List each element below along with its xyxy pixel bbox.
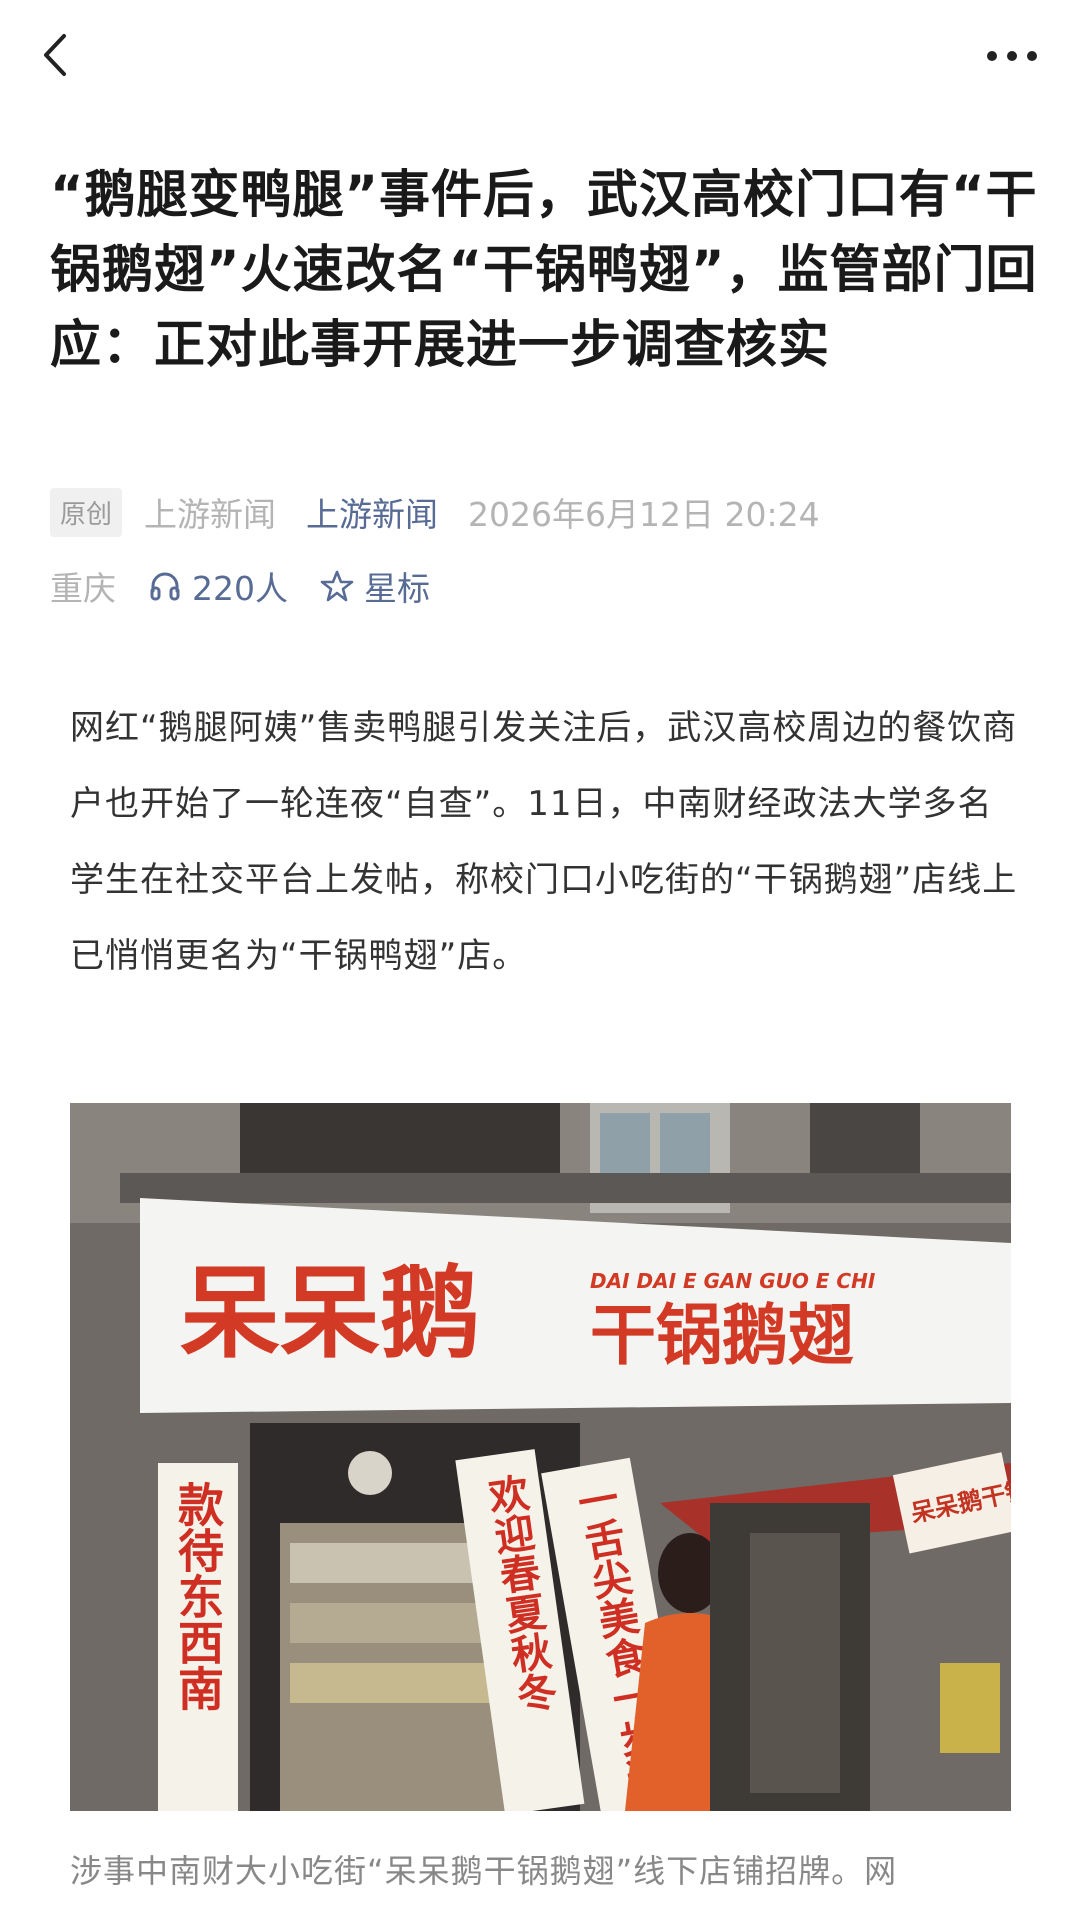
star-icon: [320, 570, 354, 602]
listeners-count: 220人: [192, 569, 288, 608]
sign-pinyin-text: DAI DAI E GAN GUO E CHI: [590, 1269, 876, 1293]
sign-brand-text: 呆呆鹅: [180, 1255, 480, 1372]
source-name: 上游新闻: [144, 495, 277, 534]
chevron-left-icon: [44, 34, 66, 76]
photo-caption: 涉事中南财大小吃街“呆呆鹅干锅鹅翅”线下店铺招牌。网: [70, 1852, 898, 1890]
couplet-left-text: 款待东西南: [171, 1481, 225, 1711]
back-button[interactable]: [36, 30, 76, 80]
top-nav-bar: [0, 0, 1080, 110]
more-dots-icon: [987, 51, 1037, 61]
article-body-paragraph: 网红“鹅腿阿姨”售卖鸭腿引发关注后，武汉高校周边的餐饮商户也开始了一轮连夜“自查…: [70, 708, 1018, 976]
star-button[interactable]: 星标: [320, 562, 430, 610]
star-label: 星标: [364, 569, 430, 608]
article-meta-row-2: 重庆 220人 星标: [50, 560, 430, 612]
more-options-button[interactable]: [984, 36, 1040, 76]
listen-count[interactable]: 220人: [148, 562, 288, 610]
article-title: “鹅腿变鸭腿”事件后，武汉高校门口有“干锅鹅翅”火速改名“干锅鸭翅”，监管部门回…: [50, 166, 1038, 375]
headphones-icon: [150, 572, 180, 601]
sign-name-text: 干锅鹅翅: [590, 1297, 854, 1374]
publish-date: 2026年6月12日 20:24: [468, 495, 820, 534]
article-meta-row: 原创 上游新闻 上游新闻 2026年6月12日 20:24: [50, 486, 820, 538]
region-label: 重庆: [50, 569, 116, 608]
original-badge: 原创: [50, 487, 123, 537]
account-link[interactable]: 上游新闻: [306, 488, 438, 536]
article-photo[interactable]: 呆呆鹅 DAI DAI E GAN GUO E CHI 干锅鹅翅 款待东西南 欢…: [70, 1103, 1011, 1811]
storefront-photo: 呆呆鹅 DAI DAI E GAN GUO E CHI 干锅鹅翅 款待东西南 欢…: [70, 1103, 1011, 1811]
